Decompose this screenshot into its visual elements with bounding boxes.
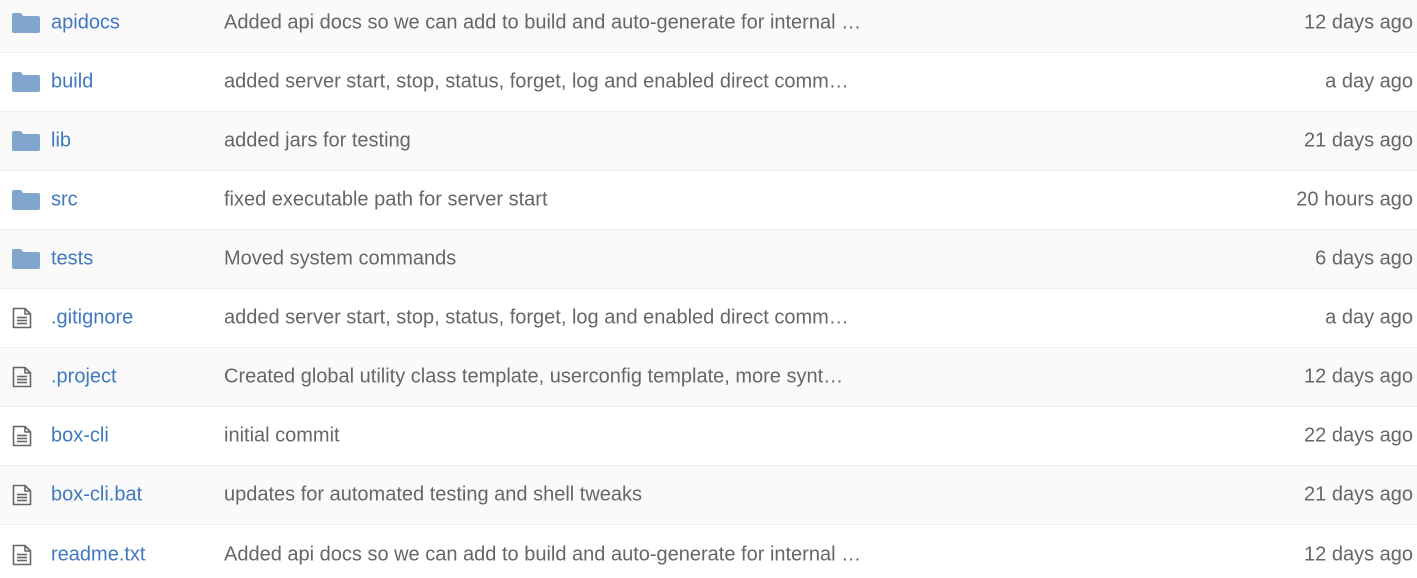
file-row: tests Moved system commands 6 days ago xyxy=(0,230,1417,289)
commit-message-link[interactable]: added server start, stop, status, forget… xyxy=(224,307,849,330)
file-row: readme.txt Added api docs so we can add … xyxy=(0,525,1417,578)
file-row: .project Created global utility class te… xyxy=(0,348,1417,407)
folder-icon xyxy=(12,71,40,93)
folder-icon xyxy=(12,248,40,270)
commit-age: 12 days ago xyxy=(1304,365,1413,388)
file-name-link[interactable]: src xyxy=(51,189,78,212)
file-row: box-cli initial commit 22 days ago xyxy=(0,407,1417,466)
commit-age: a day ago xyxy=(1325,70,1413,93)
folder-icon xyxy=(12,189,40,211)
file-name-link[interactable]: readme.txt xyxy=(51,543,145,566)
commit-message-link[interactable]: added server start, stop, status, forget… xyxy=(224,71,849,94)
commit-age: 21 days ago xyxy=(1304,483,1413,506)
commit-age: 21 days ago xyxy=(1304,129,1413,152)
file-name-link[interactable]: apidocs xyxy=(51,12,120,35)
commit-message-link[interactable]: Added api docs so we can add to build an… xyxy=(224,12,861,35)
commit-message-link[interactable]: updates for automated testing and shell … xyxy=(224,484,642,507)
file-name-link[interactable]: lib xyxy=(51,130,71,153)
file-name-link[interactable]: box-cli xyxy=(51,425,109,448)
folder-icon xyxy=(12,12,40,34)
file-name-link[interactable]: box-cli.bat xyxy=(51,484,142,507)
commit-age: 6 days ago xyxy=(1315,247,1413,270)
folder-icon xyxy=(12,130,40,152)
file-row: src fixed executable path for server sta… xyxy=(0,171,1417,230)
commit-age: 12 days ago xyxy=(1304,543,1413,565)
file-icon xyxy=(12,544,40,566)
file-row: box-cli.bat updates for automated testin… xyxy=(0,466,1417,525)
commit-age: 22 days ago xyxy=(1304,424,1413,447)
file-name-link[interactable]: build xyxy=(51,71,93,94)
commit-message-link[interactable]: fixed executable path for server start xyxy=(224,189,548,212)
file-name-link[interactable]: .gitignore xyxy=(51,307,133,330)
file-icon xyxy=(12,484,40,506)
file-icon xyxy=(12,307,40,329)
file-row: apidocs Added api docs so we can add to … xyxy=(0,0,1417,53)
commit-age: 12 days ago xyxy=(1304,11,1413,34)
file-icon xyxy=(12,425,40,447)
commit-message-link[interactable]: added jars for testing xyxy=(224,130,411,153)
commit-message-link[interactable]: Moved system commands xyxy=(224,248,456,271)
commit-age: 20 hours ago xyxy=(1296,188,1413,211)
file-icon xyxy=(12,366,40,388)
commit-age: a day ago xyxy=(1325,306,1413,329)
file-row: .gitignore added server start, stop, sta… xyxy=(0,289,1417,348)
file-name-link[interactable]: tests xyxy=(51,248,93,271)
commit-message-link[interactable]: Added api docs so we can add to build an… xyxy=(224,543,861,566)
file-name-link[interactable]: .project xyxy=(51,366,117,389)
commit-message-link[interactable]: initial commit xyxy=(224,425,340,448)
file-row: build added server start, stop, status, … xyxy=(0,53,1417,112)
file-row: lib added jars for testing 21 days ago xyxy=(0,112,1417,171)
commit-message-link[interactable]: Created global utility class template, u… xyxy=(224,366,843,389)
file-list-table: apidocs Added api docs so we can add to … xyxy=(0,0,1417,578)
